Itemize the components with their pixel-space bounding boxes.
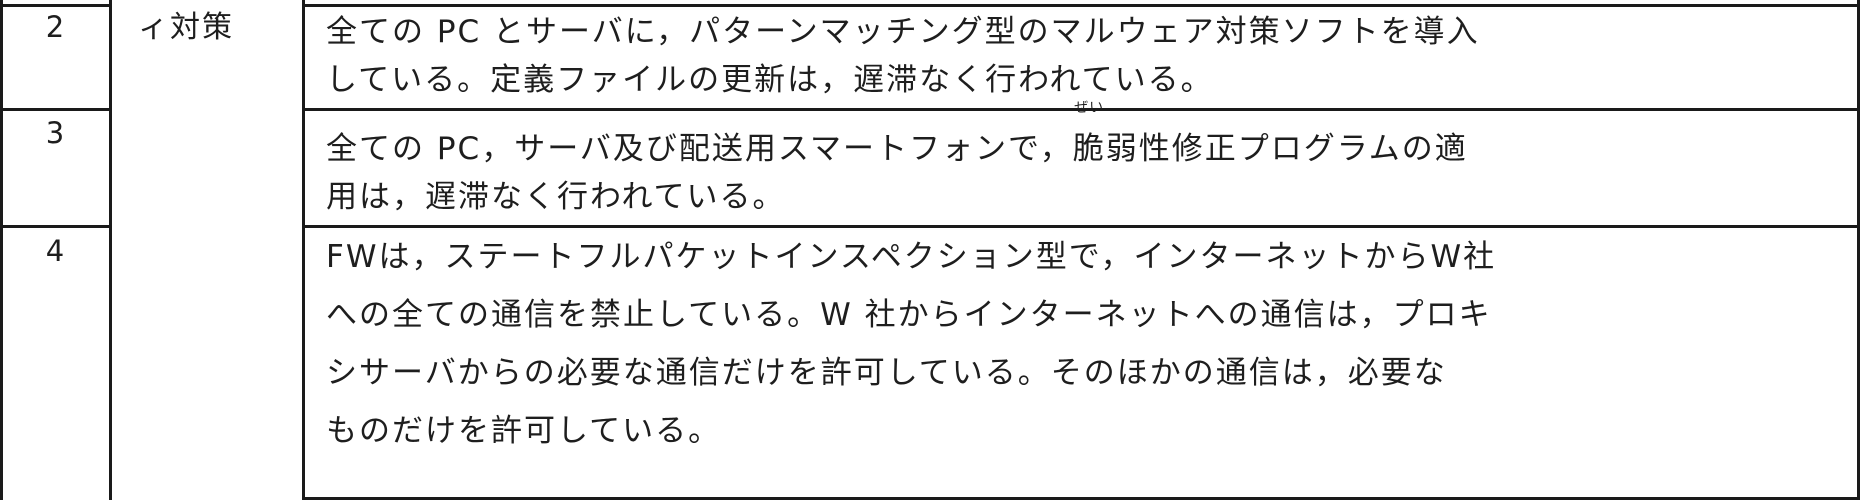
ruby-reading: ぜい (1074, 100, 1105, 116)
row-number-3: 3 (45, 116, 65, 150)
row-4-text-line-3: シサーバからの必要な通信だけを許可している。そのほかの通信は，必要な (326, 355, 1447, 391)
row-number-2: 2 (45, 10, 65, 44)
table-line-number-right (109, 0, 112, 500)
category-label: ィ対策 (138, 10, 234, 45)
table-line-row-divider-3-text (302, 225, 1860, 228)
table-line-row-divider-2 (0, 108, 111, 111)
row-3-text-line-1: 全ての PC，サーバ及び配送用スマートフォンで，脆 ぜい 弱性修正プログラムの適 (326, 101, 1851, 173)
row-4-text-line-4: ものだけを許可している。 (326, 413, 722, 449)
table-line-top-number (0, 4, 111, 7)
table-line-right (1857, 0, 1860, 500)
row-2-text-line-1: 全ての PC とサーバに，パターンマッチング型のマルウェア対策ソフトを導入 (326, 14, 1480, 50)
row-4-text-line-2: への全ての通信を禁止している。W 社からインターネットへの通信は，プロキ (326, 297, 1492, 333)
ruby-base-char: 脆 (1072, 131, 1106, 167)
table-line-text-left (302, 0, 305, 500)
row-3-line-1-after: 弱性修正プログラムの適 (1105, 131, 1468, 167)
document-page: ィ対策 2 全ての PC とサーバに，パターンマッチング型のマルウェア対策ソフト… (0, 0, 1862, 500)
table-line-top-text (302, 4, 1860, 7)
row-3-text-line-2: 用は，遅滞なく行われている。 (326, 179, 786, 215)
row-4-text-line-1: FWは，ステートフルパケットインスペクション型で，インターネットからW社 (326, 239, 1497, 275)
ruby-word: 脆ぜい (1072, 101, 1106, 173)
row-number-4: 4 (45, 234, 65, 268)
row-3-line-1-before: 全ての PC，サーバ及び配送用スマートフォンで， (326, 131, 1073, 167)
table-line-row-divider-3 (0, 225, 111, 228)
row-2-text-line-2: している。定義ファイルの更新は，遅滞なく行われている。 (326, 62, 1214, 98)
